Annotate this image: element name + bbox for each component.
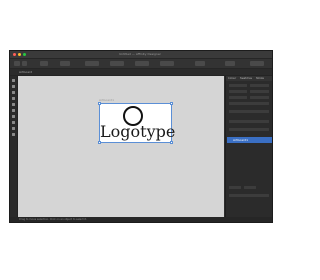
toolbar-button[interactable]: [40, 61, 48, 66]
toolbar-button[interactable]: [85, 61, 99, 66]
context-label: Artboard: [19, 70, 33, 74]
selection-handle[interactable]: [98, 141, 101, 144]
brush-tool-icon[interactable]: [12, 109, 15, 112]
close-window-button[interactable]: [13, 53, 16, 56]
panel-field[interactable]: [250, 84, 269, 87]
toolbar-button[interactable]: [225, 61, 235, 66]
toolbar-button[interactable]: [160, 61, 174, 66]
tab-stroke[interactable]: Stroke: [256, 77, 264, 80]
pen-tool-icon[interactable]: [12, 97, 15, 100]
panel-field[interactable]: [229, 128, 269, 131]
toolbar-button[interactable]: [135, 61, 149, 66]
panel-slider[interactable]: [229, 102, 269, 105]
tab-swatches[interactable]: Swatches: [240, 77, 252, 80]
text-tool-icon[interactable]: [12, 127, 15, 130]
toolbar-button[interactable]: [250, 61, 264, 66]
pencil-tool-icon[interactable]: [12, 103, 15, 106]
panel-tabs: Colour Swatches Stroke: [226, 76, 272, 81]
panel-field[interactable]: [229, 90, 247, 93]
panel-field[interactable]: [229, 96, 247, 99]
layer-name: Artboard1: [233, 138, 249, 142]
toolbar-button[interactable]: [195, 61, 205, 66]
panel-slider[interactable]: [229, 110, 269, 113]
maximize-window-button[interactable]: [23, 53, 26, 56]
node-tool-icon[interactable]: [12, 85, 15, 88]
canvas[interactable]: Artboard1 Logotype: [18, 76, 224, 219]
persona-icon[interactable]: [22, 61, 27, 66]
selection-handle[interactable]: [98, 102, 101, 105]
artboard-tool-icon[interactable]: [12, 91, 15, 94]
panel-field[interactable]: [229, 84, 247, 87]
tab-colour[interactable]: Colour: [228, 77, 236, 80]
panel-field[interactable]: [244, 186, 256, 189]
status-bar: Drag to move selection. Click on an obje…: [10, 217, 272, 222]
artboard[interactable]: Logotype: [99, 103, 175, 143]
title-bar: Untitled — Affinity Designer: [10, 51, 272, 59]
logotype-text[interactable]: Logotype: [100, 122, 175, 142]
app-window: Untitled — Affinity Designer Artboard Ar…: [9, 50, 273, 223]
zoom-tool-icon[interactable]: [12, 133, 15, 136]
main-toolbar: [10, 59, 272, 69]
panel-field[interactable]: [229, 194, 269, 197]
selection-handle[interactable]: [170, 102, 173, 105]
panel-field[interactable]: [229, 120, 269, 123]
context-toolbar: Artboard: [10, 69, 272, 76]
panel-field[interactable]: [229, 186, 241, 189]
toolbar-button[interactable]: [110, 61, 124, 66]
minimize-window-button[interactable]: [18, 53, 21, 56]
panel-field[interactable]: [250, 96, 269, 99]
tools-panel: [10, 76, 18, 222]
right-panel: Colour Swatches Stroke Artboard1: [225, 76, 272, 222]
move-tool-icon[interactable]: [12, 79, 15, 82]
status-text: Drag to move selection. Click on an obje…: [19, 218, 87, 221]
fill-tool-icon[interactable]: [12, 115, 15, 118]
selection-handle[interactable]: [170, 141, 173, 144]
persona-icon[interactable]: [14, 61, 20, 66]
window-title: Untitled — Affinity Designer: [119, 52, 161, 56]
layer-row-selected[interactable]: Artboard1: [227, 137, 272, 143]
artboard-label: Artboard1: [99, 98, 115, 102]
toolbar-button[interactable]: [60, 61, 70, 66]
shape-tool-icon[interactable]: [12, 121, 15, 124]
panel-field[interactable]: [250, 90, 269, 93]
